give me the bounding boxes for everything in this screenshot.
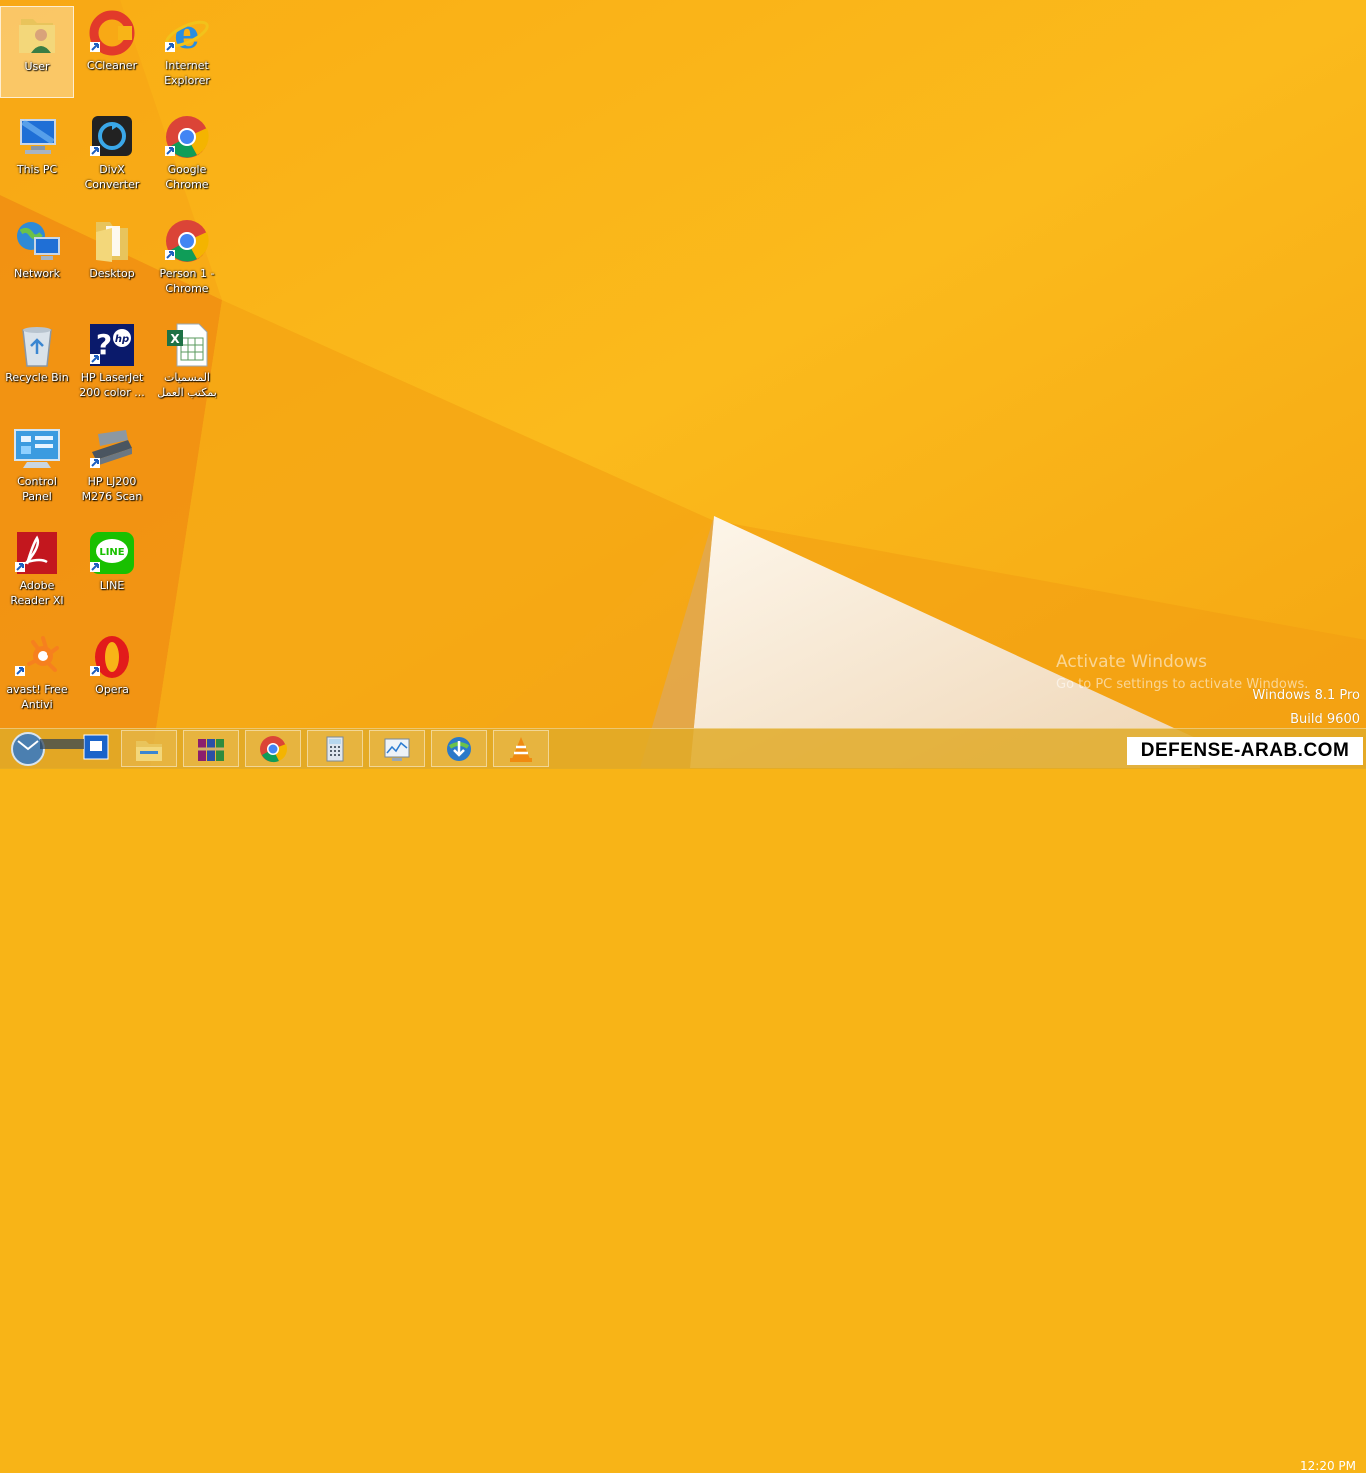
windows-edition: Windows 8.1 Pro — [1252, 688, 1360, 703]
avast-icon — [15, 636, 59, 676]
taskbar-vlc[interactable] — [493, 730, 549, 767]
computer-icon — [20, 119, 56, 154]
desktop-icon-label: Network — [14, 267, 60, 280]
adobe-reader-icon — [15, 532, 57, 574]
desktop-icon-label: LINE — [99, 579, 125, 592]
desktop-icon-line[interactable]: LINE LINE — [75, 526, 149, 618]
taskbar-performance-monitor[interactable] — [369, 730, 425, 767]
desktop-icon-hp-laserjet[interactable]: ? hp HP LaserJet 200 color ... — [75, 318, 149, 410]
scanner-icon — [90, 430, 132, 468]
svg-text:e: e — [174, 11, 199, 56]
taskbar-chrome[interactable] — [245, 730, 301, 767]
desktop-icon-label: Google Chrome — [165, 163, 209, 191]
desktop-icon-avast[interactable]: avast! Free Antivi — [0, 630, 74, 722]
desktop-icon-hp-scan[interactable]: HP LJ200 M276 Scan — [75, 422, 149, 514]
desktop-icon-user[interactable]: User — [0, 6, 74, 98]
desktop-icon-label: CCleaner — [86, 59, 138, 72]
desktop-icon-person1-chrome[interactable]: Person 1 - Chrome — [150, 214, 224, 306]
chrome-icon — [165, 116, 209, 158]
desktop-icon-label: Adobe Reader XI — [10, 579, 64, 607]
excel-file-icon: X — [167, 323, 208, 367]
desktop-icon-label: Person 1 - Chrome — [159, 267, 215, 295]
network-icon — [17, 222, 60, 260]
line-icon: LINE — [90, 532, 134, 574]
desktop-icon-internet-explorer[interactable]: e Internet Explorer — [150, 6, 224, 98]
taskbar-internet-download-manager[interactable] — [431, 730, 487, 767]
chrome-icon — [165, 220, 209, 262]
internet-download-manager-icon — [447, 737, 471, 761]
svg-text:LINE: LINE — [99, 547, 124, 558]
desktop-icon-network[interactable]: Network — [0, 214, 74, 306]
desktop-icon-divx[interactable]: DivX Converter — [75, 110, 149, 202]
desktop-icon-google-chrome[interactable]: Google Chrome — [150, 110, 224, 202]
desktop-icon-this-pc[interactable]: This PC — [0, 110, 74, 202]
windows-edition-info: Windows 8.1 Pro Build 9600 — [1252, 684, 1360, 732]
desktop-icon-label: avast! Free Antivi — [6, 683, 68, 711]
control-panel-icon — [14, 429, 60, 468]
svg-text:hp: hp — [115, 334, 129, 345]
winrar-icon — [198, 739, 224, 761]
divx-icon — [90, 116, 132, 156]
desktop-icon-adobe-reader[interactable]: Adobe Reader XI — [0, 526, 74, 618]
opera-icon — [90, 636, 129, 678]
desktop-icon-label: HP LJ200 M276 Scan — [81, 475, 143, 503]
desktop-icon-label: المسميات بمكتب العمل — [157, 371, 217, 399]
taskbar-winrar[interactable] — [183, 730, 239, 767]
folder-icon — [96, 222, 128, 262]
desktop-icon-label: This PC — [16, 163, 58, 176]
desktop-icon-label: Recycle Bin — [5, 371, 69, 384]
desktop-icon-label: User — [24, 60, 50, 73]
taskbar-file-explorer[interactable] — [121, 730, 177, 767]
user-folder-icon — [19, 19, 55, 53]
desktop-icon-label: Opera — [95, 683, 129, 696]
svg-text:X: X — [170, 332, 180, 346]
desktop-icon-label: Internet Explorer — [164, 59, 210, 87]
desktop-icon-ccleaner[interactable]: CCleaner — [75, 6, 149, 98]
desktop-icon-label: DivX Converter — [84, 163, 140, 191]
desktop-icon-recycle-bin[interactable]: Recycle Bin — [0, 318, 74, 410]
desktop-icon-label: Control Panel — [17, 475, 57, 503]
chrome-icon — [260, 736, 287, 763]
desktop-icon-label: HP LaserJet 200 color ... — [79, 371, 145, 399]
defense-forum-logo-icon — [11, 732, 109, 766]
desktop-icon-opera[interactable]: Opera — [75, 630, 149, 722]
system-clock[interactable]: 12:20 PM — [1300, 1459, 1356, 1473]
performance-monitor-icon — [384, 738, 410, 761]
ccleaner-icon — [89, 10, 135, 56]
taskbar-calculator[interactable] — [307, 730, 363, 767]
site-brand-watermark: DEFENSE-ARAB.COM — [1127, 737, 1363, 765]
hp-help-icon: ? hp — [90, 324, 134, 366]
desktop-icon-label: Desktop — [89, 267, 135, 280]
file-explorer-icon — [136, 741, 162, 761]
activate-windows-title: Activate Windows — [1056, 652, 1207, 672]
desktop-icon-control-panel[interactable]: Control Panel — [0, 422, 74, 514]
vlc-icon — [510, 737, 532, 762]
recycle-bin-icon — [22, 327, 52, 367]
calculator-icon — [326, 736, 344, 762]
internet-explorer-icon: e — [165, 11, 209, 56]
start-button[interactable] — [4, 729, 114, 769]
desktop-icon-excel-file[interactable]: X المسميات بمكتب العمل — [150, 318, 224, 410]
desktop-icon-desktop[interactable]: Desktop — [75, 214, 149, 306]
